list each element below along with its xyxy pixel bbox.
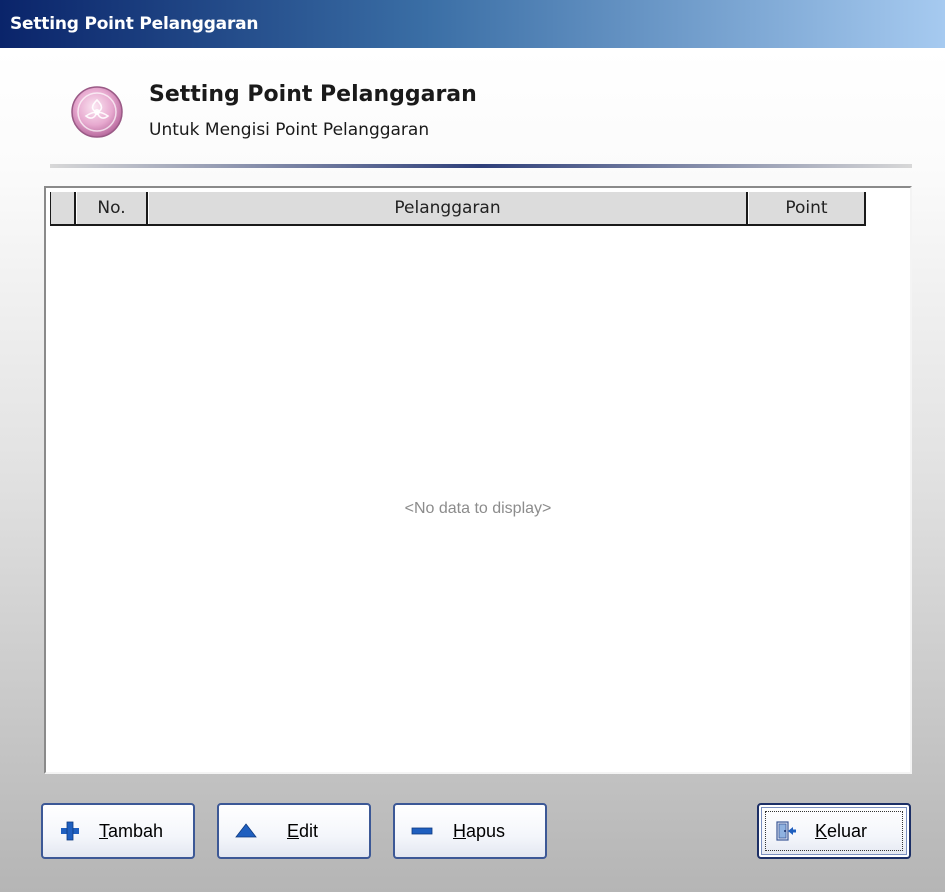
dialog-client-area: Setting Point Pelanggaran Untuk Mengisi … xyxy=(0,48,945,892)
column-header-label: Pelanggaran xyxy=(394,198,501,218)
column-header-label: No. xyxy=(97,198,126,218)
edit-button-label: Edit xyxy=(287,820,319,841)
hapus-button-label: Hapus xyxy=(453,820,506,841)
column-header-label: Point xyxy=(785,198,828,218)
tambah-button-label: Tambah xyxy=(99,820,164,841)
grid-header-row: No. Pelanggaran Point xyxy=(50,192,866,226)
column-header-no[interactable]: No. xyxy=(76,192,148,224)
edit-button[interactable]: Edit xyxy=(217,803,371,859)
tambah-button[interactable]: Tambah xyxy=(41,803,195,859)
keluar-button-label: Keluar xyxy=(815,820,868,841)
row-indicator-header[interactable] xyxy=(50,192,76,224)
triangle-up-icon xyxy=(235,823,257,838)
column-header-pelanggaran[interactable]: Pelanggaran xyxy=(148,192,748,224)
data-grid[interactable]: No. Pelanggaran Point <No data to displa… xyxy=(44,186,912,774)
plus-icon xyxy=(61,821,79,841)
keluar-button[interactable]: Keluar xyxy=(757,803,911,859)
exit-door-icon xyxy=(776,821,796,841)
column-header-point[interactable]: Point xyxy=(748,192,866,224)
header-divider xyxy=(50,164,912,168)
window-title-bar[interactable]: Setting Point Pelanggaran xyxy=(0,0,945,48)
hapus-button[interactable]: Hapus xyxy=(393,803,547,859)
dialog-heading: Setting Point Pelanggaran xyxy=(149,82,477,107)
dialog-subheading: Untuk Mengisi Point Pelanggaran xyxy=(149,120,430,140)
window-title: Setting Point Pelanggaran xyxy=(10,14,259,34)
pink-flower-orb-icon xyxy=(71,86,123,138)
minus-icon xyxy=(411,827,433,835)
grid-empty-message: <No data to display> xyxy=(404,500,552,517)
